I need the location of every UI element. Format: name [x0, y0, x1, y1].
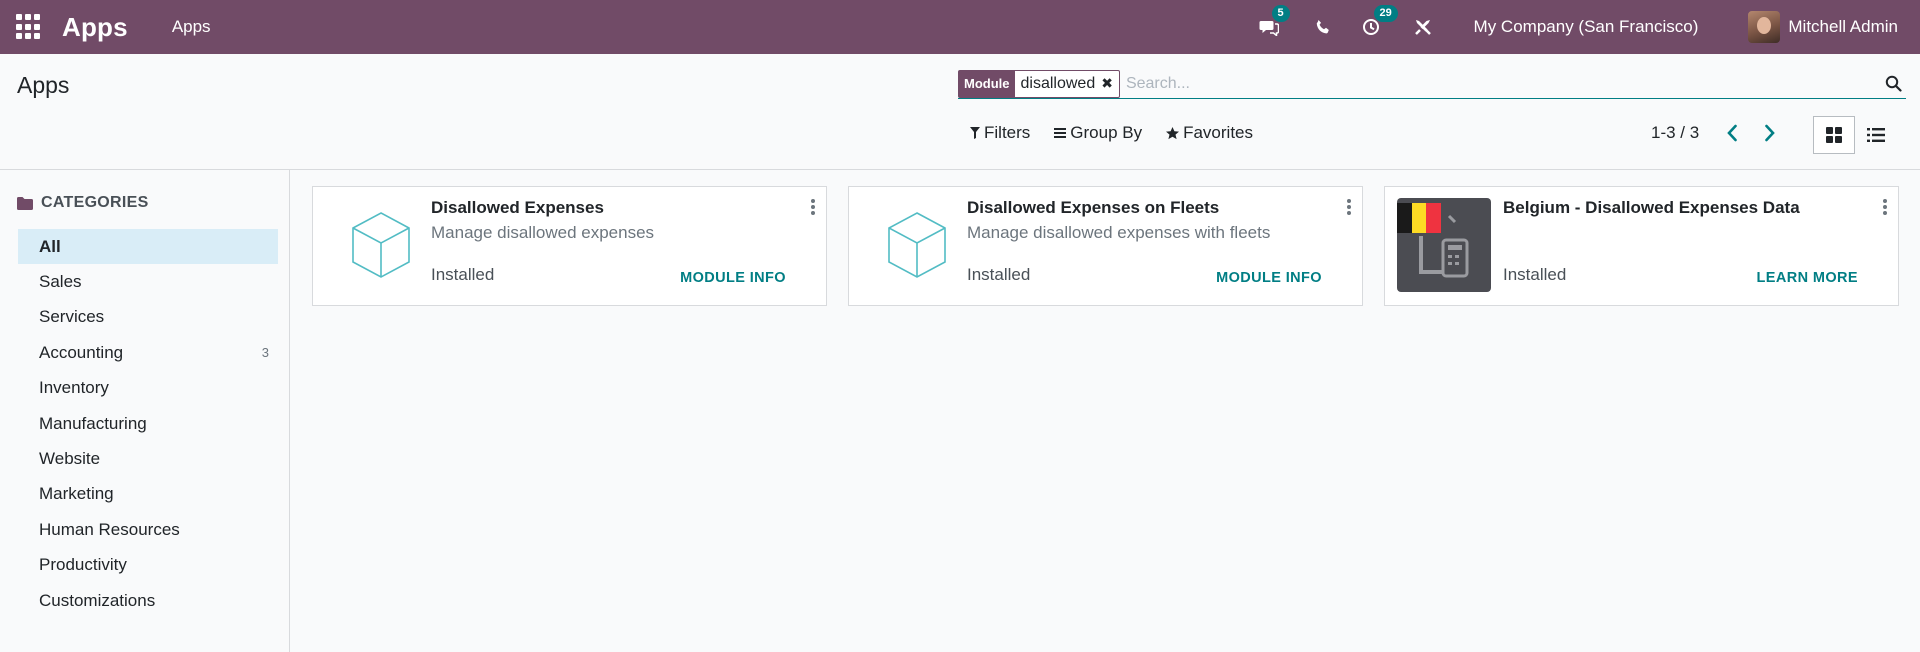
- page-title: Apps: [17, 72, 70, 98]
- category-item-inventory[interactable]: Inventory: [18, 371, 278, 406]
- search-panel-options: Filters Group By Favorites: [970, 123, 1277, 143]
- category-label: All: [39, 236, 61, 256]
- phone-icon[interactable]: [1312, 16, 1334, 38]
- category-label: Human Resources: [39, 519, 180, 539]
- categories-header: CATEGORIES: [17, 194, 149, 212]
- favorites-button[interactable]: Favorites: [1166, 123, 1253, 143]
- learn-more-button[interactable]: LEARN MORE: [1757, 270, 1858, 286]
- category-item-website[interactable]: Website: [18, 441, 278, 476]
- list-icon: [1867, 128, 1885, 142]
- category-label: Services: [39, 307, 105, 327]
- tools-icon[interactable]: [1412, 16, 1434, 38]
- pager-value[interactable]: 1-3 / 3: [1651, 123, 1699, 143]
- category-label: Manufacturing: [39, 413, 147, 433]
- belgium-document-icon: [1397, 198, 1491, 292]
- facet-label: Module: [959, 70, 1015, 97]
- category-count: 3: [261, 345, 269, 361]
- category-label: Marketing: [39, 484, 114, 504]
- category-label: Customizations: [39, 590, 156, 610]
- app-card-disallowed-expenses[interactable]: Disallowed Expenses Manage disallowed ex…: [312, 186, 827, 306]
- kebab-menu-icon[interactable]: [810, 199, 816, 215]
- card-summary: Manage disallowed expenses with fleets: [967, 223, 1271, 242]
- category-item-manufacturing[interactable]: Manufacturing: [18, 406, 278, 441]
- clock-icon[interactable]: 29: [1360, 5, 1398, 38]
- category-label: Accounting: [39, 342, 124, 362]
- user-menu[interactable]: Mitchell Admin: [1748, 11, 1898, 43]
- app-card-disallowed-expenses-fleets[interactable]: Disallowed Expenses on Fleets Manage dis…: [848, 186, 1363, 306]
- navbar-systray: 5 29 My Company (San Francisco) Mitchell…: [1258, 0, 1920, 54]
- apps-grid-icon[interactable]: [16, 14, 42, 40]
- category-item-customizations[interactable]: Customizations: [18, 583, 278, 618]
- filters-button[interactable]: Filters: [970, 123, 1030, 143]
- navbar-menu-apps[interactable]: Apps: [172, 17, 211, 37]
- close-icon[interactable]: ✖: [1101, 71, 1119, 97]
- navbar-brand[interactable]: Apps: [62, 12, 128, 43]
- card-summary: Manage disallowed expenses: [431, 223, 655, 242]
- cube-icon: [870, 198, 964, 292]
- category-item-sales[interactable]: Sales: [18, 264, 278, 299]
- card-status: Installed: [431, 265, 495, 284]
- filter-icon: [970, 127, 980, 139]
- chat-icon[interactable]: 5: [1258, 5, 1290, 38]
- category-item-productivity[interactable]: Productivity: [18, 548, 278, 583]
- kanban-view-button[interactable]: [1813, 116, 1855, 154]
- category-item-all[interactable]: All: [18, 229, 278, 265]
- folder-icon: [17, 196, 33, 210]
- kebab-menu-icon[interactable]: [1882, 199, 1888, 215]
- category-label: Productivity: [39, 555, 127, 575]
- card-status: Installed: [967, 265, 1031, 284]
- search-bar: Module disallowed ✖: [958, 69, 1906, 99]
- star-icon: [1166, 126, 1180, 139]
- view-switcher: [1813, 116, 1897, 154]
- search-icon[interactable]: [1882, 73, 1904, 95]
- card-title: Belgium - Disallowed Expenses Data: [1503, 198, 1800, 217]
- module-info-button[interactable]: MODULE INFO: [680, 270, 786, 286]
- chevron-left-icon[interactable]: [1726, 124, 1738, 147]
- groupby-label: Group By: [1070, 123, 1143, 142]
- list-view-button[interactable]: [1855, 116, 1897, 154]
- search-input[interactable]: [1125, 74, 1882, 93]
- category-item-services[interactable]: Services: [18, 300, 278, 335]
- company-switcher[interactable]: My Company (San Francisco): [1474, 17, 1699, 37]
- app-card-belgium-disallowed-expenses[interactable]: Belgium - Disallowed Expenses Data Insta…: [1384, 186, 1899, 306]
- grid-icon: [1826, 127, 1842, 143]
- card-status: Installed: [1503, 265, 1567, 284]
- groupby-button[interactable]: Group By: [1054, 123, 1142, 143]
- cube-icon: [334, 198, 428, 292]
- favorites-label: Favorites: [1183, 123, 1254, 142]
- bars-icon: [1054, 128, 1067, 138]
- filters-label: Filters: [984, 123, 1031, 142]
- control-panel: Apps Module disallowed ✖ Filters Group B…: [0, 54, 1920, 170]
- card-title: Disallowed Expenses: [431, 198, 604, 217]
- category-label: Website: [39, 449, 101, 469]
- top-navbar: Apps Apps 5 29 My Company (San Francisco…: [0, 0, 1920, 54]
- search-facet[interactable]: Module disallowed ✖: [958, 69, 1120, 98]
- user-name: Mitchell Admin: [1788, 17, 1898, 36]
- category-sidebar: CATEGORIES All Sales Services Accounting…: [0, 170, 290, 652]
- activities-count-badge: 29: [1373, 5, 1398, 22]
- category-item-human-resources[interactable]: Human Resources: [18, 512, 278, 547]
- avatar: [1748, 11, 1781, 43]
- category-label: Sales: [39, 272, 82, 292]
- chevron-right-icon[interactable]: [1764, 124, 1776, 147]
- category-item-accounting[interactable]: Accounting 3: [18, 335, 278, 370]
- category-list: All Sales Services Accounting 3 Inventory…: [18, 229, 278, 618]
- card-title: Disallowed Expenses on Fleets: [967, 198, 1220, 217]
- facet-value: disallowed: [1020, 74, 1096, 92]
- categories-header-label: CATEGORIES: [41, 194, 149, 211]
- messages-count-badge: 5: [1271, 5, 1290, 22]
- category-item-marketing[interactable]: Marketing: [18, 477, 278, 512]
- category-label: Inventory: [39, 378, 109, 398]
- module-info-button[interactable]: MODULE INFO: [1216, 270, 1322, 286]
- kebab-menu-icon[interactable]: [1346, 199, 1352, 215]
